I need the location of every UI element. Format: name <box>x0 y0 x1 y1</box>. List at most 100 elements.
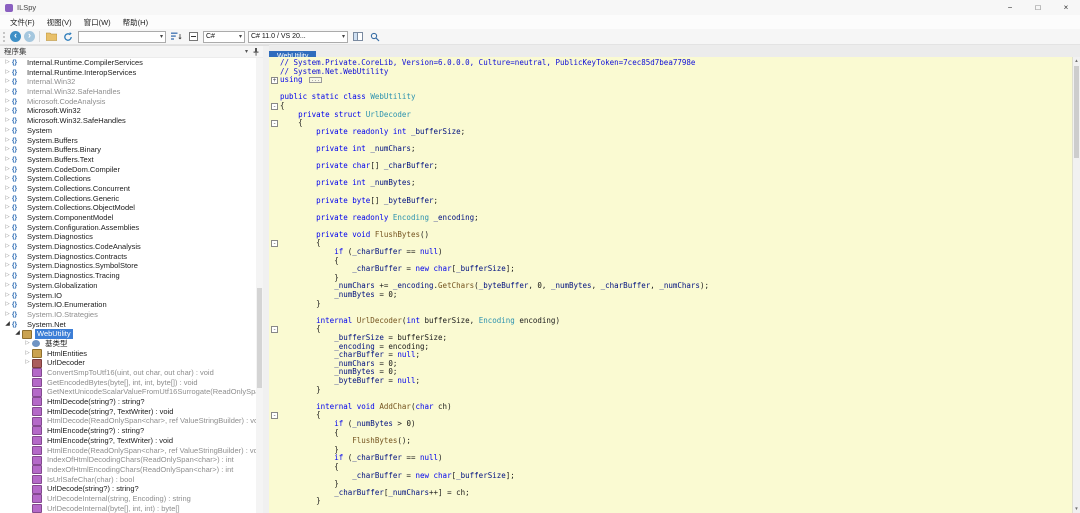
expander-collapsed-icon[interactable]: ▷ <box>3 126 12 136</box>
tree-item[interactable]: ▷{} Internal.Win32.SafeHandles <box>0 87 256 97</box>
tree-item[interactable]: ▷{} System.Buffers <box>0 136 256 146</box>
open-file-button[interactable] <box>44 30 58 43</box>
fold-collapse-icon[interactable]: - <box>271 326 278 334</box>
expander-collapsed-icon[interactable]: ▷ <box>23 358 32 368</box>
tree-item[interactable]: ConvertSmpToUtf16(uint, out char, out ch… <box>0 368 256 378</box>
expander-collapsed-icon[interactable]: ▷ <box>3 97 12 107</box>
expander-collapsed-icon[interactable]: ▷ <box>3 291 12 301</box>
expander-collapsed-icon[interactable]: ▷ <box>3 68 12 78</box>
tree-item[interactable]: ▷{} System.ComponentModel <box>0 213 256 223</box>
scroll-down-icon[interactable]: ▼ <box>1073 505 1080 513</box>
tree-item[interactable]: ▷{} System.CodeDom.Compiler <box>0 165 256 175</box>
tree-item[interactable]: HtmlEncode(ReadOnlySpan<char>, ref Value… <box>0 446 256 456</box>
tree-item[interactable]: IndexOfHtmlDecodingChars(ReadOnlySpan<ch… <box>0 455 256 465</box>
tree-item[interactable]: UrlDecode(string?) : string? <box>0 484 256 494</box>
menu-window[interactable]: 窗口(W) <box>78 17 117 28</box>
tree-item[interactable]: ▷{} System.Diagnostics.Tracing <box>0 271 256 281</box>
menu-help[interactable]: 帮助(H) <box>117 17 154 28</box>
tree-item[interactable]: ▷{} Internal.Win32 <box>0 77 256 87</box>
tree-scrollbar-thumb[interactable] <box>257 288 262 388</box>
expander-collapsed-icon[interactable]: ▷ <box>3 271 12 281</box>
expander-collapsed-icon[interactable]: ▷ <box>3 116 12 126</box>
expander-collapsed-icon[interactable]: ▷ <box>3 232 12 242</box>
tree-item[interactable]: ▷{} System.Globalization <box>0 281 256 291</box>
tree-item[interactable]: GetEncodedBytes(byte[], int, int, byte[]… <box>0 378 256 388</box>
menu-file[interactable]: 文件(F) <box>4 17 41 28</box>
tree-item[interactable]: ▷{} System.IO.Strategies <box>0 310 256 320</box>
expander-collapsed-icon[interactable]: ▷ <box>3 310 12 320</box>
tree-scrollbar[interactable] <box>256 58 263 513</box>
tree-item[interactable]: ▷{} System.Collections <box>0 174 256 184</box>
tree-item[interactable]: HtmlDecode(string?, TextWriter) : void <box>0 407 256 417</box>
tree-item[interactable]: ▷ 基类型 <box>0 339 256 349</box>
expander-collapsed-icon[interactable]: ▷ <box>3 136 12 146</box>
expander-collapsed-icon[interactable]: ▷ <box>23 339 32 349</box>
tree-item[interactable]: ▷{} Internal.Runtime.CompilerServices <box>0 58 256 68</box>
expander-expanded-icon[interactable]: ◢ <box>3 320 12 330</box>
tree-item[interactable]: ◢{} System.Net <box>0 320 256 330</box>
tree-item[interactable]: ▷{} Microsoft.Win32 <box>0 106 256 116</box>
fold-expand-icon[interactable]: + <box>271 76 278 84</box>
fold-collapse-icon[interactable]: - <box>271 119 278 127</box>
code-editor[interactable]: // System.Private.CoreLib, Version=6.0.0… <box>269 57 1080 513</box>
expander-collapsed-icon[interactable]: ▷ <box>3 174 12 184</box>
expander-collapsed-icon[interactable]: ▷ <box>3 300 12 310</box>
tree-item[interactable]: ◢ WebUtility <box>0 329 256 339</box>
tree-item[interactable]: ▷{} System.Collections.Concurrent <box>0 184 256 194</box>
tree-item[interactable]: ▷{} System.IO <box>0 291 256 301</box>
expander-expanded-icon[interactable]: ◢ <box>13 329 22 339</box>
tree-item[interactable]: IsUrlSafeChar(char) : bool <box>0 475 256 485</box>
refresh-button[interactable] <box>61 30 75 43</box>
tree-item[interactable]: UrlDecodeInternal(string, Encoding) : st… <box>0 494 256 504</box>
fold-collapse-icon[interactable]: - <box>271 102 278 110</box>
editor-scrollbar[interactable]: ▲ ▼ <box>1072 57 1080 513</box>
tree-item[interactable]: ▷{} System <box>0 126 256 136</box>
editor-scrollbar-thumb[interactable] <box>1074 66 1079 158</box>
tree-item[interactable]: HtmlEncode(string?) : string? <box>0 426 256 436</box>
tree-item[interactable]: ▷{} System.Diagnostics.CodeAnalysis <box>0 242 256 252</box>
forward-button[interactable]: › <box>24 31 35 42</box>
tree-item[interactable]: IndexOfHtmlEncodingChars(ReadOnlySpan<ch… <box>0 465 256 475</box>
expander-collapsed-icon[interactable]: ▷ <box>3 261 12 271</box>
assembly-list-combo[interactable]: ▾ <box>78 30 166 43</box>
expander-collapsed-icon[interactable]: ▷ <box>3 106 12 116</box>
expander-collapsed-icon[interactable]: ▷ <box>3 203 12 213</box>
tree-item[interactable]: ▷{} System.Diagnostics <box>0 232 256 242</box>
expander-collapsed-icon[interactable]: ▷ <box>3 165 12 175</box>
tree-item[interactable]: ▷{} System.Buffers.Binary <box>0 145 256 155</box>
tree-item[interactable]: ▷ UrlDecoder <box>0 358 256 368</box>
tree-item[interactable]: ▷{} Internal.Runtime.InteropServices <box>0 68 256 78</box>
expander-collapsed-icon[interactable]: ▷ <box>3 77 12 87</box>
collapse-all-button[interactable] <box>186 30 200 43</box>
expander-collapsed-icon[interactable]: ▷ <box>3 223 12 233</box>
tree-item[interactable]: GetNextUnicodeScalarValueFromUtf16Surrog… <box>0 387 256 397</box>
close-button[interactable]: × <box>1052 0 1080 15</box>
tree-item[interactable]: ▷{} System.IO.Enumeration <box>0 300 256 310</box>
expander-collapsed-icon[interactable]: ▷ <box>3 281 12 291</box>
expander-collapsed-icon[interactable]: ▷ <box>3 194 12 204</box>
language-version-combo[interactable]: C# 11.0 / VS 20... ▾ <box>248 30 348 43</box>
tree-item[interactable]: ▷{} System.Buffers.Text <box>0 155 256 165</box>
tree-item[interactable]: HtmlDecode(ReadOnlySpan<char>, ref Value… <box>0 416 256 426</box>
maximize-button[interactable]: □ <box>1024 0 1052 15</box>
scroll-up-icon[interactable]: ▲ <box>1073 57 1080 65</box>
expander-collapsed-icon[interactable]: ▷ <box>3 155 12 165</box>
expander-collapsed-icon[interactable]: ▷ <box>3 252 12 262</box>
expander-collapsed-icon[interactable]: ▷ <box>3 213 12 223</box>
tree-item[interactable]: ▷{} Microsoft.Win32.SafeHandles <box>0 116 256 126</box>
expander-collapsed-icon[interactable]: ▷ <box>3 87 12 97</box>
expander-collapsed-icon[interactable]: ▷ <box>23 349 32 359</box>
fold-collapse-icon[interactable]: - <box>271 412 278 420</box>
split-panes-button[interactable] <box>351 30 365 43</box>
tree-item[interactable]: ▷{} System.Collections.Generic <box>0 194 256 204</box>
fold-collapse-icon[interactable]: - <box>271 240 278 248</box>
back-button[interactable]: ‹ <box>10 31 21 42</box>
tree-item[interactable]: ▷{} System.Collections.ObjectModel <box>0 203 256 213</box>
tree-item[interactable]: HtmlEncode(string?, TextWriter) : void <box>0 436 256 446</box>
tree-item[interactable]: ▷{} Microsoft.CodeAnalysis <box>0 97 256 107</box>
tree-item[interactable]: HtmlDecode(string?) : string? <box>0 397 256 407</box>
expander-collapsed-icon[interactable]: ▷ <box>3 145 12 155</box>
tree-item[interactable]: ▷{} System.Diagnostics.SymbolStore <box>0 261 256 271</box>
tree-item[interactable]: ▷{} System.Diagnostics.Contracts <box>0 252 256 262</box>
tree-item[interactable]: UrlDecodeInternal(byte[], int, int) : by… <box>0 504 256 513</box>
